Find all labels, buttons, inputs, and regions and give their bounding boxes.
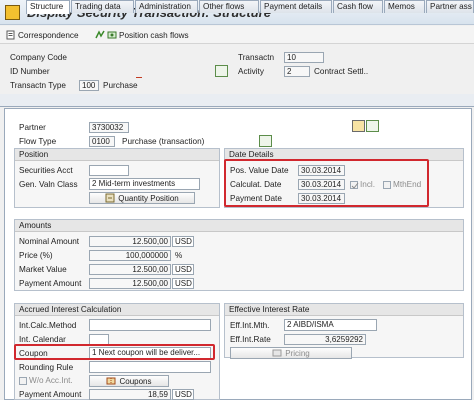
wo-acc-int-checkbox[interactable]: W/o Acc.Int. (19, 376, 73, 386)
pricing-icon (272, 349, 282, 357)
tab-cash-flow[interactable]: Cash flow (333, 0, 383, 13)
partner-address-icon[interactable] (352, 120, 365, 132)
market-value-label: Market Value (19, 265, 67, 274)
market-value-field[interactable]: 12.500,00 (89, 264, 171, 275)
partner-label: Partner (19, 123, 46, 132)
partner-field[interactable]: 3730032 (89, 122, 129, 133)
eff-int-rate-label: Eff.Int.Rate (230, 335, 271, 344)
transactn-type-text: Purchase (103, 81, 138, 90)
tab-structure[interactable]: Structure (26, 0, 70, 14)
id-number-label: ID Number (10, 67, 50, 76)
flow-type-display-icon[interactable] (259, 135, 272, 147)
app-icon (5, 5, 20, 20)
transactn-type-field[interactable]: 100 (79, 80, 99, 91)
tab-other-flows[interactable]: Other flows (199, 0, 259, 13)
gen-valn-class-dropdown[interactable]: 2 Mid-term investments (89, 178, 200, 190)
nominal-amount-label: Nominal Amount (19, 237, 80, 246)
position-title: Position (15, 149, 219, 161)
id-number-marker (136, 76, 142, 78)
tab-administration[interactable]: Administration (135, 0, 198, 13)
amounts-group: Amounts (14, 219, 464, 291)
payment-amount-unit[interactable]: USD (172, 278, 194, 289)
quantity-icon (105, 193, 115, 203)
coupon-icon (106, 377, 116, 385)
wo-acc-int-check-icon (19, 377, 27, 385)
int-calc-method-dropdown[interactable] (89, 319, 211, 331)
amounts-title: Amounts (15, 220, 463, 232)
flow-type-label: Flow Type (19, 137, 57, 146)
flow-type-field[interactable]: 0100 (89, 136, 115, 147)
quantity-position-button[interactable]: Quantity Position (89, 192, 195, 204)
flow-icon (95, 30, 105, 39)
pricing-button[interactable]: Pricing (230, 347, 352, 359)
coupons-label: Coupons (119, 376, 152, 386)
gen-valn-class-value: 2 Mid-term investments (89, 178, 200, 190)
correspondence-label: Correspondence (18, 30, 79, 40)
partner-display-icon[interactable] (366, 120, 379, 132)
tab-trading-data[interactable]: Trading data (71, 0, 134, 13)
correspondence-button[interactable]: Correspondence (6, 30, 79, 40)
rounding-rule-dropdown[interactable] (89, 361, 211, 373)
wo-acc-int-label: W/o Acc.Int. (29, 376, 73, 385)
price-label: Price (%) (19, 251, 53, 260)
coupons-button[interactable]: Coupons (89, 375, 169, 387)
tab-strip (0, 94, 474, 107)
position-cash-flows-label: Position cash flows (119, 30, 189, 40)
price-unit: % (175, 251, 183, 260)
accrued-amount-field[interactable]: 18,59 (89, 389, 171, 400)
accrued-amount-unit[interactable]: USD (172, 389, 194, 400)
tab-memos[interactable]: Memos (384, 0, 425, 13)
rounding-rule-value (89, 361, 211, 373)
activity-label: Activity (238, 67, 264, 76)
market-value-unit[interactable]: USD (172, 264, 194, 275)
rounding-rule-label: Rounding Rule (19, 363, 74, 372)
nominal-amount-field[interactable]: 12.500,00 (89, 236, 171, 247)
price-field[interactable]: 100,000000 (89, 250, 171, 261)
int-calc-method-value (89, 319, 211, 331)
payment-amount-label: Payment Amount (19, 279, 82, 288)
transactn-type-label: Transactn Type (10, 81, 66, 90)
eff-int-mth-label: Eff.Int.Mth. (230, 321, 270, 330)
effective-interest-title: Effective Interest Rate (225, 304, 463, 316)
cash-icon (107, 31, 117, 39)
int-calc-method-label: Int.Calc.Method (19, 321, 77, 330)
accrued-amount-label: Payment Amount (19, 390, 82, 399)
coupon-highlight (14, 344, 215, 360)
securities-acct-field[interactable] (89, 165, 129, 176)
activity-field[interactable]: 2 (284, 66, 310, 77)
gen-valn-class-label: Gen. Valn Class (19, 180, 78, 189)
transactn-field[interactable]: 10 (284, 52, 324, 63)
company-code-label: Company Code (10, 53, 67, 62)
transactn-label: Transactn (238, 53, 275, 62)
position-cash-flows-button[interactable]: Position cash flows (95, 30, 189, 40)
tab-partner-assignment[interactable]: Partner ass (426, 0, 474, 13)
eff-int-mth-value: 2 AIBD/ISMA (284, 319, 377, 331)
quantity-position-label: Quantity Position (118, 193, 179, 203)
accrued-interest-title: Accrued Interest Calculation (15, 304, 219, 316)
display-object-icon[interactable] (215, 65, 228, 77)
eff-int-rate-field[interactable]: 3,6259292 (284, 334, 366, 345)
nominal-amount-unit[interactable]: USD (172, 236, 194, 247)
date-details-highlight (224, 159, 429, 207)
tab-payment-details[interactable]: Payment details (260, 0, 332, 13)
document-icon (6, 30, 15, 40)
securities-acct-label: Securities Acct (19, 166, 73, 175)
flow-type-text: Purchase (transaction) (122, 137, 205, 146)
eff-int-mth-dropdown[interactable]: 2 AIBD/ISMA (284, 319, 377, 331)
payment-amount-field[interactable]: 12.500,00 (89, 278, 171, 289)
activity-text: Contract Settl.. (314, 67, 369, 76)
pricing-label: Pricing (285, 348, 310, 358)
